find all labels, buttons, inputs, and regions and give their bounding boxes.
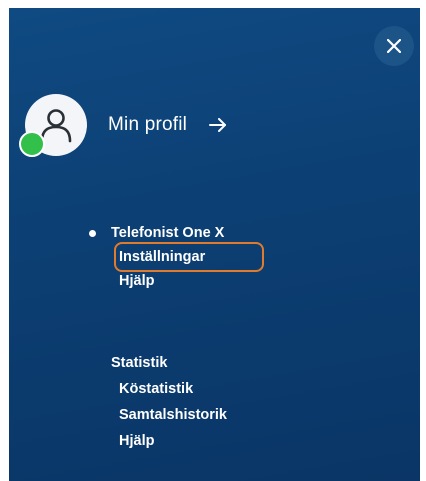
group-title-telefonist-one-x[interactable]: Telefonist One X xyxy=(89,223,259,243)
my-profile-link[interactable]: Min profil xyxy=(19,94,227,157)
menu-group-telefonist-one-x: Telefonist One X Inställningar Hjälp xyxy=(89,223,264,291)
close-button[interactable] xyxy=(374,26,414,66)
group-title-statistik[interactable]: Statistik xyxy=(111,353,227,373)
avatar xyxy=(19,94,87,157)
arrow-right-icon xyxy=(209,118,227,132)
close-icon xyxy=(387,39,401,53)
menu-group-statistik: Statistik Köstatistik Samtalshistorik Hj… xyxy=(111,353,227,451)
navigation-panel: Min profil Telefonist One X Inställninga… xyxy=(9,8,420,481)
group-title-label: Telefonist One X xyxy=(111,225,225,241)
menu-item-installningar[interactable]: Inställningar xyxy=(114,242,264,272)
presence-status-indicator xyxy=(19,131,45,157)
menu-item-kostatistik[interactable]: Köstatistik xyxy=(119,379,227,399)
menu-item-hjalp-statistik[interactable]: Hjälp xyxy=(119,431,227,451)
menu-item-hjalp[interactable]: Hjälp xyxy=(119,271,259,291)
group-title-label: Statistik xyxy=(111,355,168,371)
menu-item-samtalshistorik[interactable]: Samtalshistorik xyxy=(119,405,227,425)
my-profile-label: Min profil xyxy=(108,114,188,135)
bullet-icon xyxy=(89,230,96,237)
